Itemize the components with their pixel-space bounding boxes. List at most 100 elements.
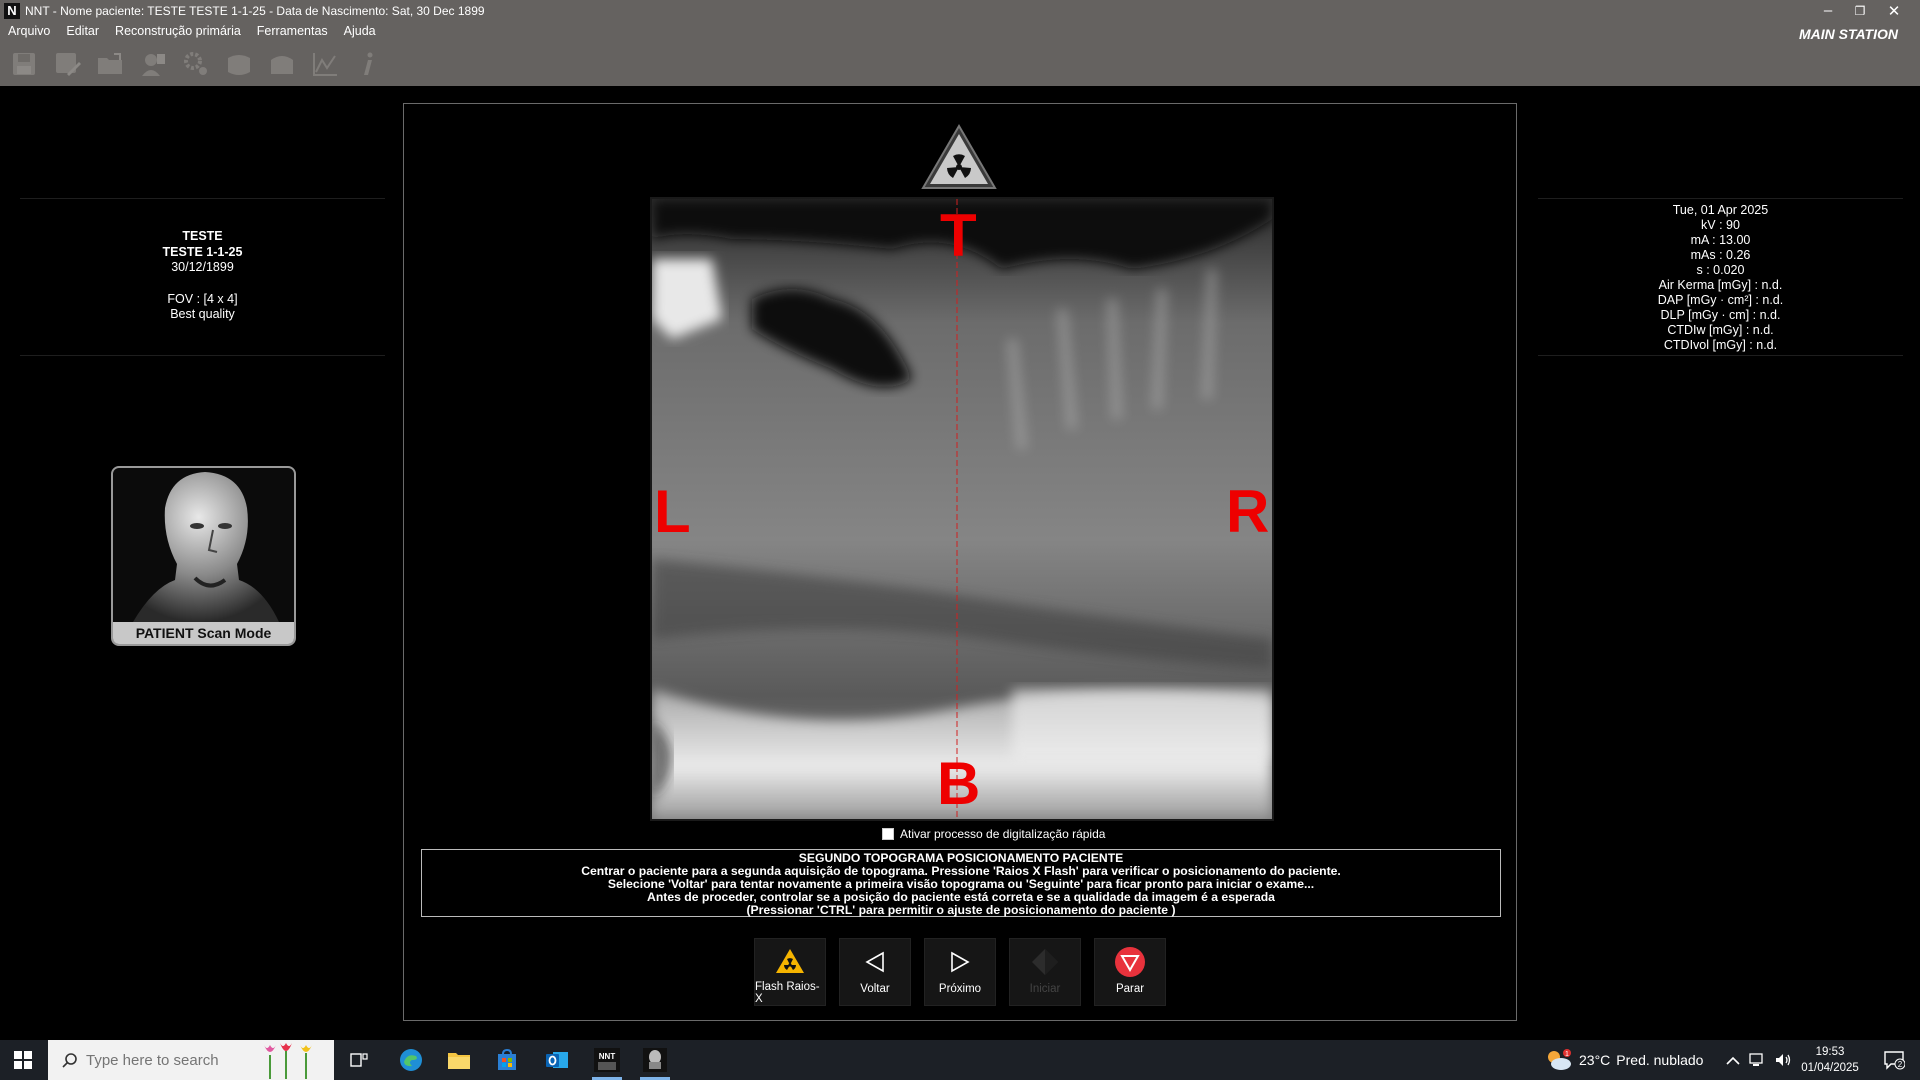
menu-arquivo[interactable]: Arquivo <box>0 22 58 42</box>
start-button[interactable]: Iniciar <box>1009 938 1081 1006</box>
patient-info-panel: TESTE TESTE 1-1-25 30/12/1899 FOV : [4 x… <box>20 198 385 356</box>
start-button-windows[interactable] <box>0 1040 46 1080</box>
restore-button[interactable]: ❐ <box>1848 4 1872 18</box>
station-label: MAIN STATION <box>1798 26 1898 42</box>
newtom-app-icon[interactable] <box>632 1040 678 1080</box>
network-icon[interactable] <box>1748 1052 1766 1068</box>
taskbar-clock[interactable]: 19:53 01/04/2025 <box>1780 1044 1880 1076</box>
patient-head-icon <box>133 472 279 622</box>
menu-reconstrucao[interactable]: Reconstrução primária <box>107 22 249 42</box>
search-icon <box>62 1053 77 1068</box>
menu-ferramentas[interactable]: Ferramentas <box>249 22 336 42</box>
orientation-left-label: L <box>654 478 691 545</box>
flash-xray-button[interactable]: Flash Raios-X <box>754 938 826 1006</box>
title-bar: N NNT - Nome paciente: TESTE TESTE 1-1-2… <box>0 0 1920 86</box>
nnt-app-icon[interactable]: NNT <box>584 1040 630 1080</box>
triangle-right-icon <box>948 945 972 979</box>
quickscan-label: Ativar processo de digitalização rápida <box>900 827 1106 841</box>
search-input[interactable] <box>86 1051 256 1069</box>
taskbar-search[interactable] <box>48 1040 334 1080</box>
patient-birthdate: 30/12/1899 <box>171 260 234 274</box>
stop-button[interactable]: Parar <box>1094 938 1166 1006</box>
stop-icon <box>1114 945 1146 979</box>
windows-icon <box>14 1051 32 1069</box>
weather-temp: 23°C <box>1579 1052 1611 1068</box>
notification-count: 2 <box>1898 1060 1903 1069</box>
menu-bar: Arquivo Editar Reconstrução primária Fer… <box>0 22 384 42</box>
action-bar: Flash Raios-X Voltar Próximo Iniciar Par… <box>754 938 1166 1006</box>
triangle-left-icon <box>863 945 887 979</box>
close-button[interactable]: ✕ <box>1882 2 1906 20</box>
patient-fullname: TESTE 1-1-25 <box>162 244 243 259</box>
dlp-value: DLP [mGy · cm] : n.d. <box>1660 308 1781 322</box>
mas-value: mAs : 0.26 <box>1690 248 1751 262</box>
menu-editar[interactable]: Editar <box>58 22 107 42</box>
exposure-info-panel: Tue, 01 Apr 2025 kV : 90 mA : 13.00 mAs … <box>1538 198 1903 356</box>
ma-value: mA : 13.00 <box>1690 233 1751 247</box>
xray-topogram-view[interactable]: T B L R <box>650 197 1274 821</box>
seconds-value: s : 0.020 <box>1696 263 1745 277</box>
next-button[interactable]: Próximo <box>924 938 996 1006</box>
fov-label: FOV : [4 x 4] <box>167 291 238 306</box>
save-edit-icon[interactable] <box>49 48 85 80</box>
orientation-right-label: R <box>1226 478 1270 545</box>
menu-ajuda[interactable]: Ajuda <box>336 22 384 42</box>
back-button[interactable]: Voltar <box>839 938 911 1006</box>
diamond-icon <box>1031 945 1059 979</box>
notification-icon: 2 <box>1884 1051 1905 1070</box>
settings-icon[interactable] <box>178 48 214 80</box>
weather-desc: Pred. nublado <box>1616 1052 1704 1068</box>
window-title: NNT - Nome paciente: TESTE TESTE 1-1-25 … <box>25 4 485 18</box>
quickscan-checkbox[interactable] <box>882 828 894 840</box>
app-logo-icon: N <box>4 3 20 19</box>
weather-cloud-sun-icon: 1 <box>1548 1049 1571 1070</box>
kv-value: kV : 90 <box>1701 218 1740 232</box>
minimize-button[interactable]: – <box>1816 2 1840 19</box>
flash-xray-label: Flash Raios-X <box>755 981 820 1005</box>
ctdivol-value: CTDIvol [mGy] : n.d. <box>1663 338 1778 352</box>
weather-alert-badge: 1 <box>1565 1051 1569 1058</box>
graph-icon[interactable] <box>307 48 343 80</box>
clock-time: 19:53 <box>1815 1046 1845 1058</box>
file-explorer-icon[interactable] <box>436 1040 482 1080</box>
exam-date: Tue, 01 Apr 2025 <box>1672 203 1769 217</box>
back-label: Voltar <box>860 983 890 995</box>
patient-scan-mode-badge: PATIENT Scan Mode <box>111 466 296 646</box>
open-folder-icon[interactable] <box>92 48 128 80</box>
radiation-warning-icon <box>921 124 997 195</box>
start-label: Iniciar <box>1029 983 1061 995</box>
save-icon[interactable] <box>6 48 42 80</box>
scan-arch-icon[interactable] <box>264 48 300 80</box>
notification-center-button[interactable]: 2 <box>1874 1040 1914 1080</box>
patient-surname: TESTE <box>182 229 223 243</box>
chevron-up-icon[interactable] <box>1726 1055 1740 1065</box>
toolbar <box>6 48 386 82</box>
air-kerma-value: Air Kerma [mGy] : n.d. <box>1658 278 1783 292</box>
instructions-box: SEGUNDO TOPOGRAMA POSICIONAMENTO PACIENT… <box>421 849 1501 917</box>
scan-panel: T B L R Ativar processo de digitalização… <box>403 103 1517 1021</box>
clock-date: 01/04/2025 <box>1801 1062 1859 1074</box>
quality-label: Best quality <box>170 307 235 321</box>
quickscan-option[interactable]: Ativar processo de digitalização rápida <box>882 827 1105 841</box>
orientation-bottom-label: B <box>937 750 981 817</box>
ctdiw-value: CTDIw [mGy] : n.d. <box>1667 323 1774 337</box>
weather-widget[interactable]: 1 23°C Pred. nublado <box>1545 1040 1703 1080</box>
patient-icon[interactable] <box>135 48 171 80</box>
store-icon[interactable] <box>484 1040 530 1080</box>
edge-icon[interactable] <box>388 1040 434 1080</box>
svg-text:NNT: NNT <box>599 1052 616 1061</box>
outlook-icon[interactable] <box>534 1040 580 1080</box>
orientation-top-label: T <box>940 202 977 269</box>
stop-label: Parar <box>1115 983 1145 995</box>
task-view-icon[interactable] <box>336 1040 382 1080</box>
instructions-line: (Pressionar 'CTRL' para permitir o ajust… <box>746 903 1176 917</box>
tulips-icon <box>264 1043 312 1079</box>
info-icon[interactable] <box>350 48 386 80</box>
taskbar: NNT 1 23°C Pred. nublado 19:53 01/04/202… <box>0 1040 1920 1080</box>
scan-3d-icon[interactable] <box>221 48 257 80</box>
flash-warning-icon <box>775 945 805 977</box>
scan-mode-label: PATIENT Scan Mode <box>113 622 294 644</box>
xray-image <box>652 199 1272 819</box>
next-label: Próximo <box>938 983 982 995</box>
dap-value: DAP [mGy · cm²] : n.d. <box>1657 293 1784 307</box>
